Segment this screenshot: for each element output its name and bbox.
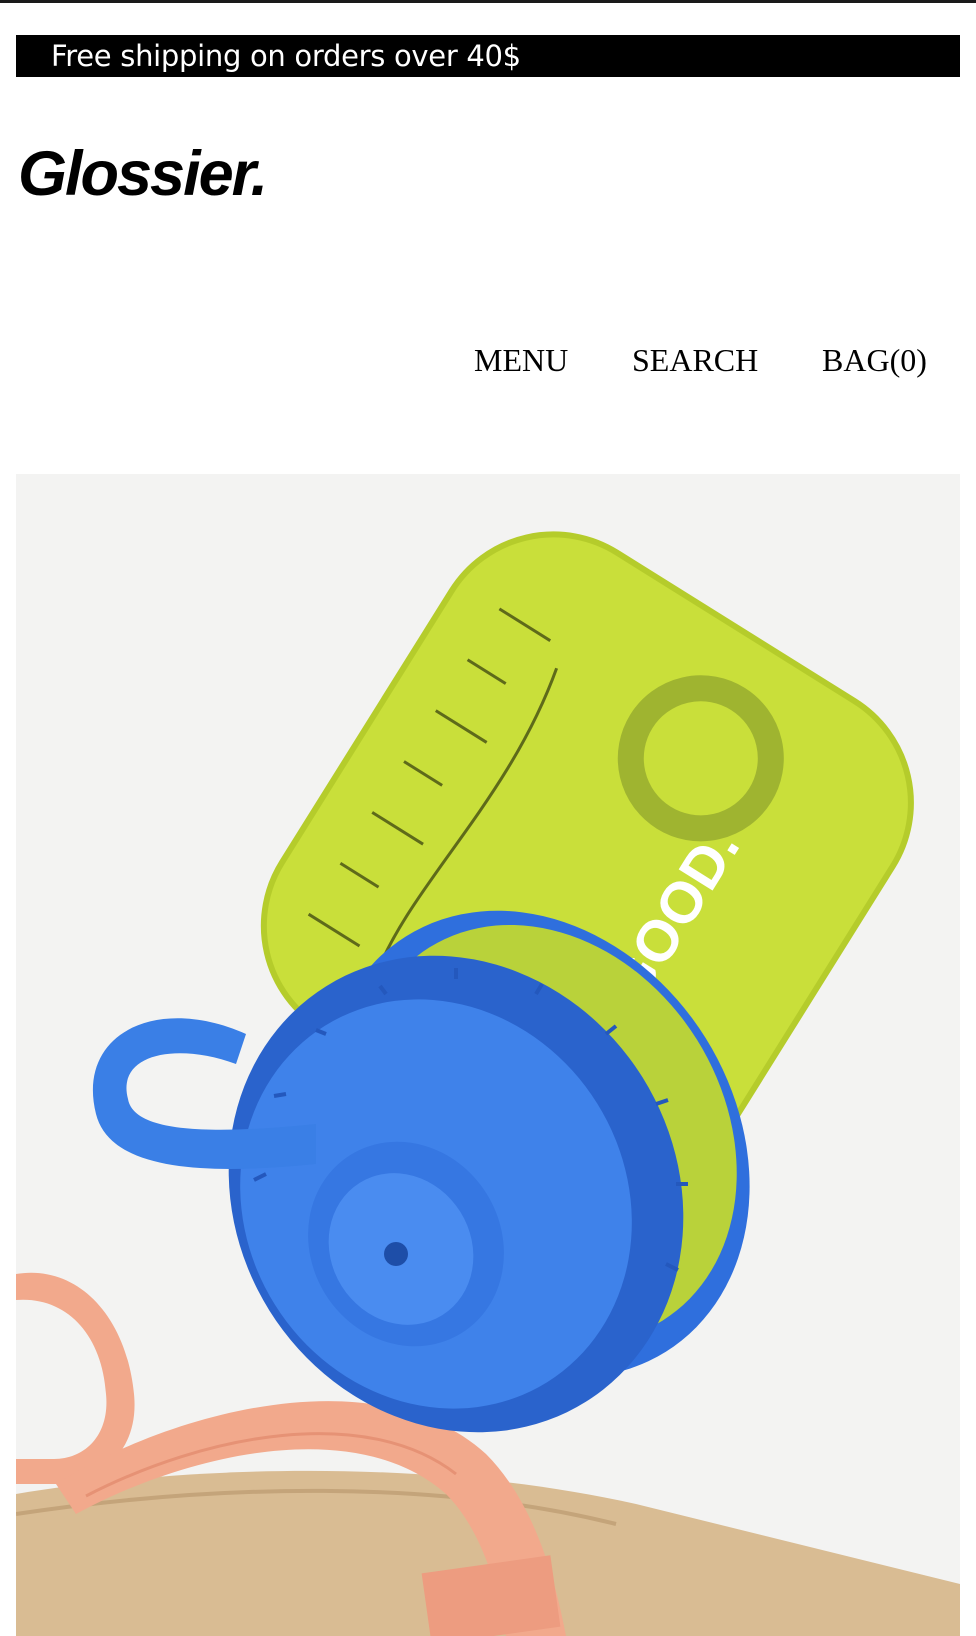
brand-logo[interactable]: Glossier. [18, 138, 268, 210]
bag-button[interactable]: BAG(0) [822, 338, 927, 382]
announcement-text: Free shipping on orders over 40$ [51, 39, 521, 73]
top-rule [0, 0, 976, 3]
hero-image: OK GOOD. [16, 474, 960, 1636]
announcement-bar: Free shipping on orders over 40$ [16, 35, 960, 77]
search-button[interactable]: SEARCH [632, 338, 758, 382]
menu-button[interactable]: MENU [474, 338, 568, 382]
water-bottle-image: OK GOOD. [16, 474, 960, 1636]
